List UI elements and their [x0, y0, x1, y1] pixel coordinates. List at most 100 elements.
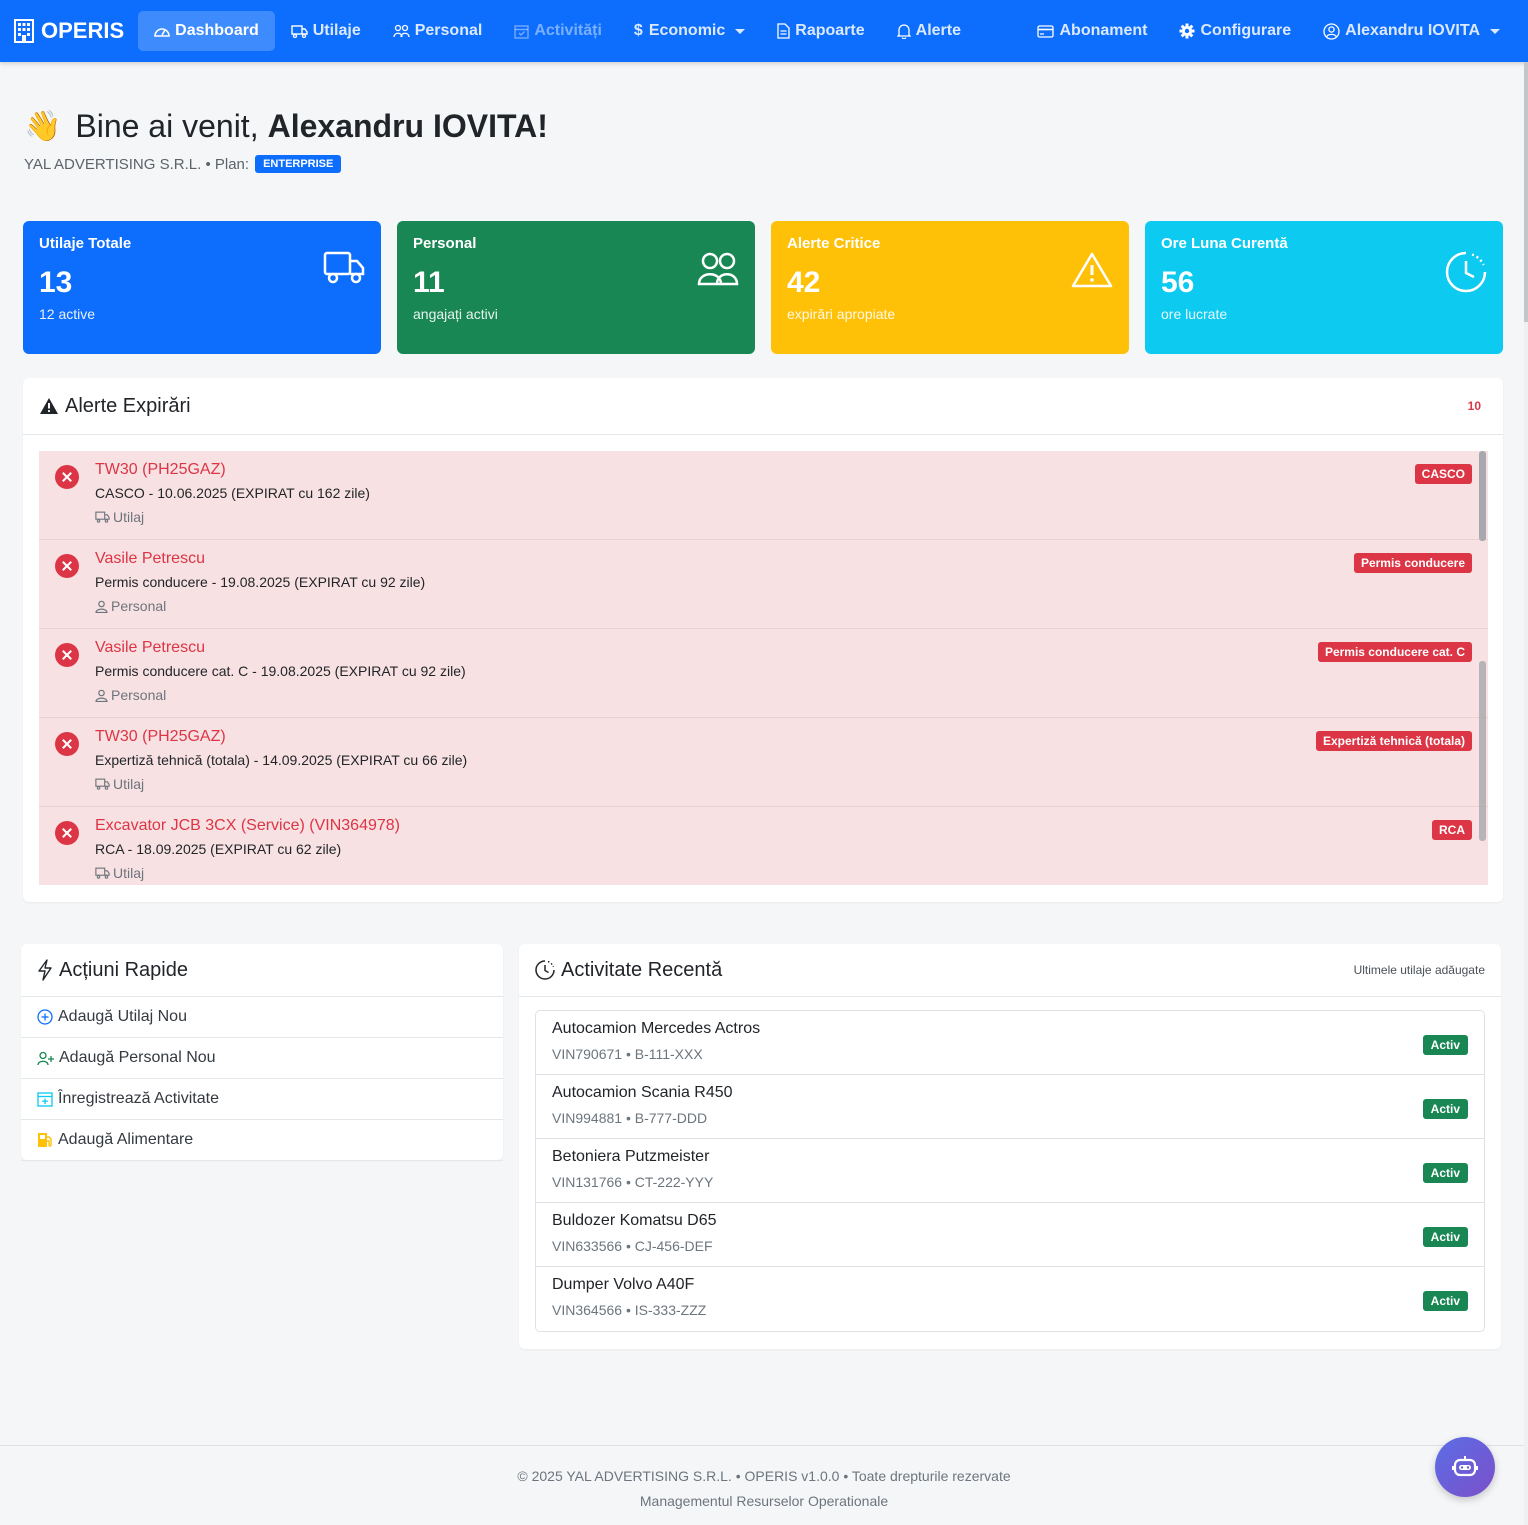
- alert-kind: Utilaj: [95, 776, 1432, 792]
- scroll-thumb[interactable]: [1479, 661, 1486, 841]
- nav-personal[interactable]: Personal: [377, 11, 499, 51]
- stat-title: Ore Luna Curentă: [1161, 235, 1288, 252]
- list-item[interactable]: Autocamion Scania R450 VIN994881 • B-777…: [536, 1075, 1484, 1139]
- welcome-greeting: Bine ai venit,: [75, 108, 259, 144]
- equipment-meta: VIN364566 • IS-333-ZZZ: [552, 1302, 707, 1318]
- alert-kind-label: Utilaj: [113, 865, 145, 881]
- error-circle-icon: [55, 732, 79, 756]
- nav-user-menu[interactable]: Alexandru IOVITA: [1307, 11, 1516, 51]
- alert-name[interactable]: TW30 (PH25GAZ): [95, 728, 1432, 746]
- nav-abonament[interactable]: Abonament: [1021, 11, 1163, 51]
- truck-icon: [95, 867, 110, 879]
- stat-card-personal[interactable]: Personal 11 angajați activi: [397, 221, 755, 354]
- nav-activitati[interactable]: Activități: [498, 11, 618, 51]
- nav-alerte-label: Alerte: [915, 22, 961, 39]
- scroll-thumb[interactable]: [1479, 451, 1486, 541]
- nav-utilaje[interactable]: Utilaje: [275, 11, 377, 51]
- alert-item[interactable]: Vasile Petrescu Permis conducere cat. C …: [39, 629, 1488, 718]
- stat-card-ore[interactable]: Ore Luna Curentă 56 ore lucrate: [1145, 221, 1503, 354]
- status-badge: Activ: [1422, 1099, 1468, 1119]
- person-add-icon: [37, 1051, 54, 1065]
- add-personnel-button[interactable]: Adaugă Personal Nou: [21, 1038, 503, 1079]
- waving-hand-icon: 👋: [24, 110, 62, 143]
- lightning-icon: [38, 959, 52, 981]
- stat-title: Alerte Critice: [787, 235, 881, 252]
- footer-tagline: Managementul Resurselor Operationale: [639, 1493, 889, 1509]
- alert-kind: Personal: [95, 687, 1432, 703]
- nav-user-label: Alexandru IOVITA: [1345, 22, 1480, 39]
- warning-icon: [1071, 252, 1113, 288]
- truck-icon: [95, 511, 110, 523]
- stat-title: Utilaje Totale: [39, 235, 132, 252]
- user-circle-icon: [1323, 22, 1340, 40]
- alert-name[interactable]: Excavator JCB 3CX (Service) (VIN364978): [95, 817, 1432, 835]
- nav-configurare[interactable]: Configurare: [1163, 11, 1307, 51]
- alerts-panel: Alerte Expirări 10 TW30 (PH25GAZ) CASCO …: [23, 378, 1503, 902]
- bell-icon: [896, 24, 911, 39]
- add-personnel-label: Adaugă Personal Nou: [59, 1049, 216, 1066]
- alert-description: RCA - 18.09.2025 (EXPIRAT cu 62 zile): [95, 841, 342, 857]
- alert-item[interactable]: TW30 (PH25GAZ) CASCO - 10.06.2025 (EXPIR…: [39, 451, 1488, 540]
- alert-description: CASCO - 10.06.2025 (EXPIRAT cu 162 zile): [95, 485, 370, 501]
- nav-rapoarte[interactable]: Rapoarte: [761, 11, 880, 51]
- alert-kind-label: Utilaj: [113, 776, 145, 792]
- status-badge: Activ: [1422, 1035, 1468, 1055]
- people-icon: [697, 252, 739, 286]
- nav-alerte[interactable]: Alerte: [881, 11, 977, 51]
- error-circle-icon: [55, 554, 79, 578]
- nav-dashboard[interactable]: Dashboard: [138, 11, 275, 51]
- stat-title: Personal: [413, 235, 477, 252]
- nav-dashboard-label: Dashboard: [175, 22, 259, 39]
- page-scrollbar[interactable]: [1524, 62, 1528, 1525]
- brand-logo[interactable]: OPERIS: [12, 18, 124, 44]
- nav-economic[interactable]: $ Economic: [618, 11, 761, 51]
- stat-subtitle: angajați activi: [413, 306, 498, 322]
- page-scroll-thumb[interactable]: [1524, 62, 1528, 322]
- alert-item[interactable]: Vasile Petrescu Permis conducere - 19.08…: [39, 540, 1488, 629]
- building-icon: [14, 19, 34, 43]
- error-circle-icon: [55, 821, 79, 845]
- alerts-scrollbar[interactable]: [1479, 451, 1487, 885]
- list-item[interactable]: Buldozer Komatsu D65 VIN633566 • CJ-456-…: [536, 1203, 1484, 1267]
- recent-activity-title: Activitate Recentă: [535, 959, 722, 982]
- status-badge: Activ: [1422, 1291, 1468, 1311]
- list-item[interactable]: Betoniera Putzmeister VIN131766 • CT-222…: [536, 1139, 1484, 1203]
- stat-card-utilaje[interactable]: Utilaje Totale 13 12 active: [23, 221, 381, 354]
- alerts-panel-header: Alerte Expirări 10: [23, 378, 1503, 435]
- stat-value: 42: [787, 266, 821, 299]
- alert-name[interactable]: TW30 (PH25GAZ): [95, 461, 1432, 479]
- alert-tag-badge: CASCO: [1414, 464, 1472, 484]
- alert-name[interactable]: Vasile Petrescu: [95, 550, 1432, 568]
- status-badge: Activ: [1422, 1227, 1468, 1247]
- alert-kind-label: Utilaj: [113, 509, 145, 525]
- alert-kind-label: Personal: [111, 687, 167, 703]
- add-equipment-button[interactable]: Adaugă Utilaj Nou: [21, 997, 503, 1038]
- quick-actions-panel: Acțiuni Rapide Adaugă Utilaj Nou Adaugă …: [21, 944, 503, 1161]
- clock-icon: [1445, 251, 1487, 293]
- alert-tag-badge: Permis conducere cat. C: [1317, 642, 1472, 662]
- alert-item[interactable]: Excavator JCB 3CX (Service) (VIN364978) …: [39, 807, 1488, 885]
- welcome-section: 👋 Bine ai venit, Alexandru IOVITA! YAL A…: [24, 108, 548, 173]
- speedometer-icon: [154, 28, 170, 37]
- alert-tag-badge: RCA: [1432, 820, 1472, 840]
- footer-copyright: © 2025 YAL ADVERTISING S.R.L. • OPERIS v…: [517, 1468, 1011, 1484]
- stat-subtitle: 12 active: [39, 306, 96, 322]
- alert-item[interactable]: TW30 (PH25GAZ) Expertiză tehnică (totala…: [39, 718, 1488, 807]
- robot-icon: [1452, 1456, 1478, 1477]
- nav-rapoarte-label: Rapoarte: [795, 22, 865, 39]
- add-fuel-button[interactable]: Adaugă Alimentare: [21, 1120, 503, 1161]
- list-item[interactable]: Autocamion Mercedes Actros VIN790671 • B…: [536, 1011, 1484, 1075]
- alerts-list[interactable]: TW30 (PH25GAZ) CASCO - 10.06.2025 (EXPIR…: [39, 451, 1488, 885]
- assistant-chat-button[interactable]: [1435, 1437, 1495, 1497]
- quick-actions-title: Acțiuni Rapide: [37, 959, 188, 982]
- error-circle-icon: [55, 643, 79, 667]
- clock-history-icon: [535, 960, 555, 980]
- stat-card-alerte[interactable]: Alerte Critice 42 expirări apropiate: [771, 221, 1129, 354]
- register-activity-button[interactable]: Înregistrează Activitate: [21, 1079, 503, 1120]
- list-item[interactable]: Dumper Volvo A40F VIN364566 • IS-333-ZZZ…: [536, 1267, 1484, 1331]
- truck-icon: [95, 778, 110, 790]
- equipment-name: Dumper Volvo A40F: [552, 1276, 695, 1293]
- warning-icon: [40, 398, 58, 414]
- alert-name[interactable]: Vasile Petrescu: [95, 639, 1432, 657]
- company-name: YAL ADVERTISING S.R.L. • Plan:: [24, 155, 250, 173]
